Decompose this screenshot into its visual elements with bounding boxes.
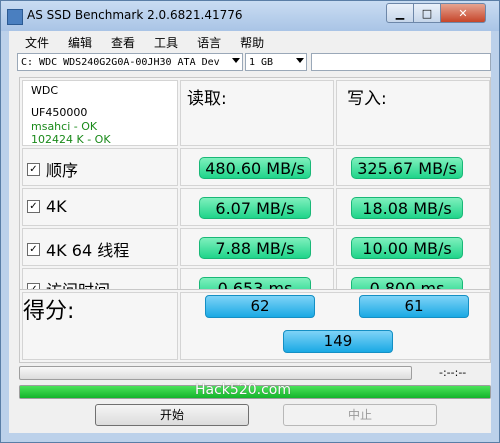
score-total: 149	[283, 330, 393, 353]
table-row: ✓ 4K 64 线程	[22, 228, 178, 266]
maximize-icon: □	[421, 6, 433, 20]
read-cell: 6.07 MB/s	[180, 188, 334, 226]
score-write: 61	[359, 295, 469, 318]
table-row: ✓ 顺序	[22, 148, 178, 186]
write-value-seq: 325.67 MB/s	[351, 157, 463, 179]
row-label-text: 4K	[46, 197, 67, 216]
maximize-button[interactable]: □	[413, 3, 441, 23]
read-column-header: 读取:	[187, 89, 227, 109]
drive-model: WDC	[31, 84, 59, 97]
drive-select[interactable]: C: WDC WDS240G2G0A-00JH30 ATA Dev	[17, 53, 243, 71]
row-label-4k64[interactable]: ✓ 4K 64 线程	[27, 237, 129, 261]
menu-view[interactable]: 查看	[98, 31, 141, 51]
menu-language[interactable]: 语言	[184, 31, 227, 51]
title-bar: AS SSD Benchmark 2.0.6821.41776 ▁ □ ✕	[1, 1, 499, 31]
write-value-4k: 18.08 MB/s	[351, 197, 463, 219]
write-column-header: 写入:	[347, 89, 387, 109]
drive-info-cell: WDC UF450000 msahci - OK 102424 K - OK	[22, 80, 178, 146]
read-header-cell: 读取:	[180, 80, 334, 146]
app-window: AS SSD Benchmark 2.0.6821.41776 ▁ □ ✕ 文件…	[0, 0, 500, 443]
minimize-button[interactable]: ▁	[386, 3, 414, 23]
menu-bar: 文件 编辑 查看 工具 语言 帮助	[9, 31, 491, 51]
size-select-value: 1 GB	[249, 57, 274, 68]
close-button[interactable]: ✕	[440, 3, 486, 23]
drive-firmware: UF450000	[31, 106, 88, 119]
row-label-text: 顺序	[46, 161, 79, 180]
menu-tools[interactable]: 工具	[141, 31, 184, 51]
score-label: 得分:	[23, 299, 75, 324]
write-cell: 18.08 MB/s	[336, 188, 490, 226]
read-value-4k64: 7.88 MB/s	[199, 237, 311, 259]
read-value-4k: 6.07 MB/s	[199, 197, 311, 219]
checkbox-seq[interactable]: ✓	[27, 162, 40, 176]
row-label-text: 4K 64 线程	[46, 241, 130, 260]
results-panel: WDC UF450000 msahci - OK 102424 K - OK 读…	[19, 77, 491, 321]
minimize-icon: ▁	[395, 6, 405, 20]
score-read: 62	[205, 295, 315, 318]
read-cell: 480.60 MB/s	[180, 148, 334, 186]
alignment-status: 102424 K - OK	[31, 134, 111, 145]
start-button[interactable]: 开始	[95, 404, 249, 426]
drive-select-value: C: WDC WDS240G2G0A-00JH30 ATA Dev	[21, 57, 220, 68]
abort-button[interactable]: 中止	[283, 404, 437, 426]
menu-file[interactable]: 文件	[9, 31, 55, 51]
read-cell: 7.88 MB/s	[180, 228, 334, 266]
checkbox-4k64[interactable]: ✓	[27, 242, 40, 256]
sub-progress-bar	[19, 366, 412, 380]
write-value-4k64: 10.00 MB/s	[351, 237, 463, 259]
read-value-seq: 480.60 MB/s	[199, 157, 311, 179]
write-header-cell: 写入:	[336, 80, 490, 146]
menu-help[interactable]: 帮助	[227, 31, 270, 51]
row-label-4k[interactable]: ✓ 4K	[27, 197, 67, 216]
checkbox-4k[interactable]: ✓	[27, 200, 40, 213]
write-cell: 10.00 MB/s	[336, 228, 490, 266]
driver-status: msahci - OK	[31, 120, 98, 133]
row-label-seq[interactable]: ✓ 顺序	[27, 157, 78, 181]
client-area: 文件 编辑 查看 工具 语言 帮助 C: WDC WDS240G2G0A-00J…	[9, 31, 491, 433]
extra-field[interactable]	[311, 53, 491, 71]
menu-edit[interactable]: 编辑	[55, 31, 98, 51]
window-title: AS SSD Benchmark 2.0.6821.41776	[27, 8, 243, 22]
close-icon: ✕	[458, 6, 468, 20]
size-select[interactable]: 1 GB	[245, 53, 307, 71]
chevron-down-icon	[296, 58, 304, 63]
write-cell: 325.67 MB/s	[336, 148, 490, 186]
table-row: ✓ 4K	[22, 188, 178, 226]
chevron-down-icon	[232, 58, 240, 63]
watermark-text: Hack520.com	[195, 382, 291, 398]
elapsed-time: -:--:--	[439, 366, 467, 379]
app-icon	[7, 9, 23, 25]
